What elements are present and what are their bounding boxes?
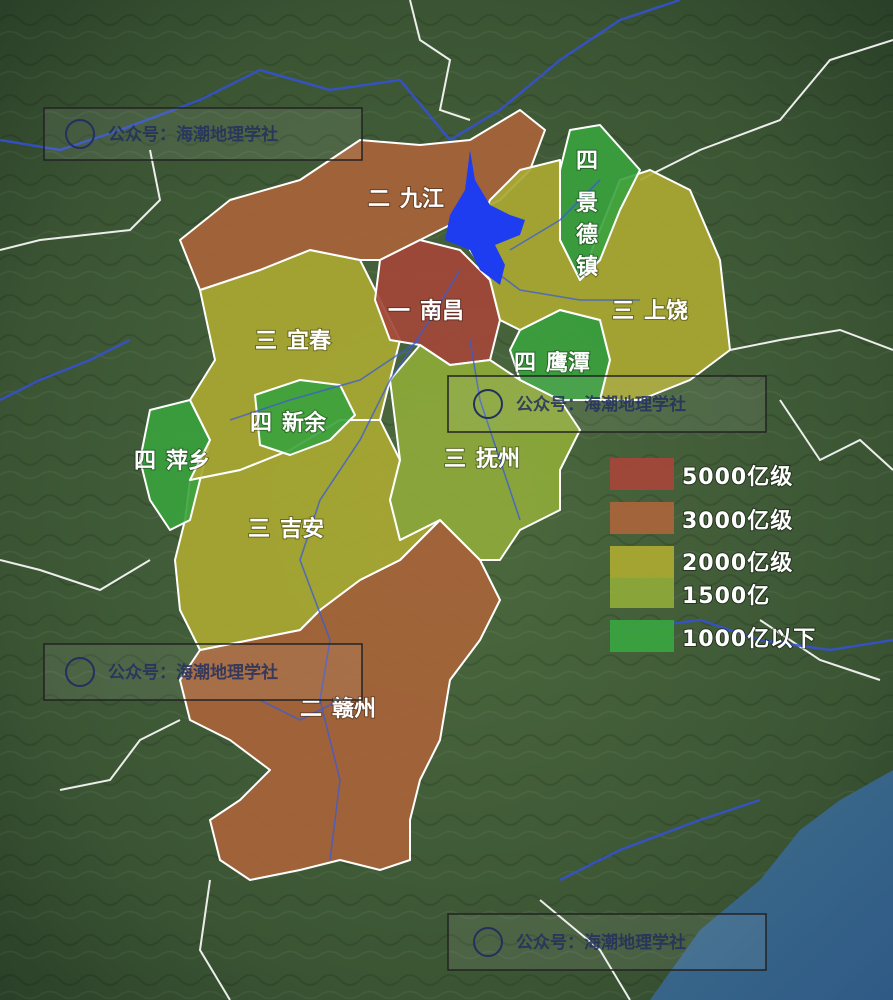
- watermark-text-3: 公众号：海潮地理学社: [108, 662, 278, 683]
- watermark-text-2: 公众号：海潮地理学社: [516, 394, 686, 415]
- map-stage: 二九江 一南昌 四 景德镇 三上饶 三宜春 四鹰潭 四新余 四萍乡 三抚州 三吉…: [0, 0, 893, 1000]
- legend-label-5000: 5000亿级: [682, 464, 793, 490]
- label-xinyu: 四新余: [250, 410, 327, 436]
- label-fuzhou: 三抚州: [444, 447, 520, 472]
- legend-label-1000: 1000亿以下: [682, 627, 816, 652]
- label-jiujiang: 二九江: [368, 187, 444, 212]
- watermark-4: 公众号：海潮地理学社: [447, 913, 767, 971]
- legend-label-1500: 1500亿: [682, 584, 770, 609]
- legend-label-3000: 3000亿级: [682, 508, 793, 534]
- label-yichun: 三宜春: [255, 328, 331, 354]
- label-jian: 三吉安: [248, 516, 324, 542]
- watermark-text-1: 公众号：海潮地理学社: [108, 124, 278, 145]
- legend-swatch-5000: [610, 458, 674, 490]
- label-jingdezhen-name: 景德镇: [576, 191, 598, 280]
- label-pingxiang: 四萍乡: [134, 449, 210, 474]
- label-shangrao: 三上饶: [612, 298, 688, 324]
- jiangxi-gdp-map: 二九江 一南昌 四 景德镇 三上饶 三宜春 四鹰潭 四新余 四萍乡 三抚州 三吉…: [0, 0, 893, 1000]
- legend-label-2000: 2000亿级: [682, 550, 793, 576]
- legend-swatch-2000: [610, 546, 674, 578]
- watermark-3: 公众号：海潮地理学社: [43, 643, 363, 701]
- legend-swatch-1500: [610, 578, 674, 608]
- label-yingtan: 四鹰潭: [514, 350, 590, 376]
- watermark-text-4: 公众号：海潮地理学社: [516, 932, 686, 953]
- legend-swatch-3000: [610, 502, 674, 534]
- legend-swatch-1000: [610, 620, 674, 652]
- label-jingdezhen-tier: 四: [576, 149, 598, 174]
- watermark-2: 公众号：海潮地理学社: [447, 375, 767, 433]
- watermark-1: 公众号：海潮地理学社: [43, 107, 363, 161]
- label-nanchang: 一南昌: [388, 299, 464, 324]
